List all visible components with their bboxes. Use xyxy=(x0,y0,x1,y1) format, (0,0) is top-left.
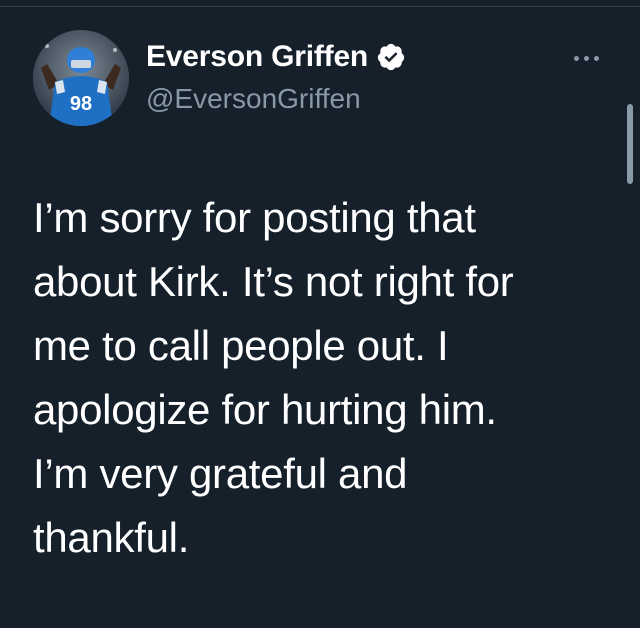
more-horizontal-icon xyxy=(573,55,579,61)
tweet: 98 Everson Griffen @EversonGriffen I’m s… xyxy=(0,0,640,628)
more-horizontal-icon xyxy=(583,55,589,61)
tweet-text: I’m sorry for posting that about Kirk. I… xyxy=(33,186,613,570)
avatar[interactable]: 98 xyxy=(33,30,129,126)
tweet-text-line: about Kirk. It’s not right for xyxy=(33,258,514,305)
handle[interactable]: @EversonGriffen xyxy=(146,83,361,115)
avatar-image: 98 xyxy=(33,30,129,126)
tweet-text-line: apologize for hurting him. xyxy=(33,386,497,433)
tweet-text-line: thankful. xyxy=(33,514,190,561)
svg-text:98: 98 xyxy=(70,93,92,115)
display-name-row[interactable]: Everson Griffen xyxy=(146,36,406,78)
scrollbar[interactable] xyxy=(627,104,633,184)
verified-badge-icon xyxy=(377,43,405,71)
tweet-text-line: I’m sorry for posting that xyxy=(33,194,476,241)
tweet-text-line: me to call people out. I xyxy=(33,322,449,369)
more-horizontal-icon xyxy=(593,55,599,61)
more-options-button[interactable] xyxy=(566,46,606,70)
tweet-text-line: I’m very grateful and xyxy=(33,450,408,497)
display-name[interactable]: Everson Griffen xyxy=(146,40,368,74)
